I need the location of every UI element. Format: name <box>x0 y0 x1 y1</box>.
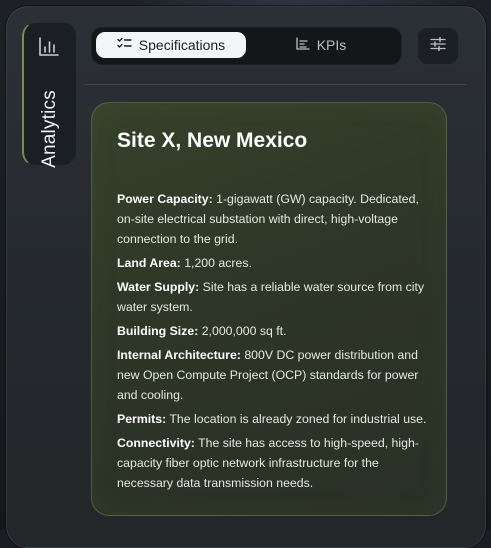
spec-key: Permits: <box>117 412 167 426</box>
sidebar-tab-analytics[interactable]: Analytics <box>22 22 77 168</box>
spec-item-internal-architecture: Internal Architecture: 800V DC power dis… <box>117 345 427 405</box>
list-checks-icon <box>117 37 132 53</box>
spec-key: Power Capacity: <box>117 192 213 206</box>
spec-key: Internal Architecture: <box>117 348 241 362</box>
site-spec-card: Site X, New Mexico Power Capacity: 1-gig… <box>91 102 447 516</box>
spec-key: Water Supply: <box>117 280 200 294</box>
header-divider <box>84 84 466 85</box>
tab-label: KPIs <box>316 37 347 53</box>
spec-key: Land Area: <box>117 256 181 270</box>
settings-button[interactable] <box>417 27 459 65</box>
spec-item-water-supply: Water Supply: Site has a reliable water … <box>117 277 427 317</box>
tab-label: Specifications <box>138 37 226 53</box>
spec-item-power-capacity: Power Capacity: 1-gigawatt (GW) capacity… <box>117 189 427 249</box>
bar-chart-horizontal-icon <box>296 37 310 53</box>
spec-key: Building Size: <box>117 324 199 338</box>
spec-value: 2,000,000 sq ft. <box>201 324 287 338</box>
sidebar-tab-label: Analytics <box>39 90 60 168</box>
tab-specifications[interactable]: Specifications <box>96 32 246 58</box>
view-tabs: Specifications KPIs <box>91 27 402 65</box>
spec-value: 1,200 acres. <box>184 256 252 270</box>
spec-item-permits: Permits: The location is already zoned f… <box>117 409 427 429</box>
card-title: Site X, New Mexico <box>117 129 308 152</box>
spec-value: The location is already zoned for indust… <box>169 412 427 426</box>
tab-kpis[interactable]: KPIs <box>246 32 396 58</box>
spec-key: Connectivity: <box>117 436 195 450</box>
sliders-icon <box>430 36 446 56</box>
spec-item-building-size: Building Size: 2,000,000 sq ft. <box>117 321 427 341</box>
spec-list: Power Capacity: 1-gigawatt (GW) capacity… <box>117 189 427 497</box>
spec-item-land-area: Land Area: 1,200 acres. <box>117 253 427 273</box>
bar-chart-icon <box>38 37 60 62</box>
spec-item-connectivity: Connectivity: The site has access to hig… <box>117 433 427 493</box>
